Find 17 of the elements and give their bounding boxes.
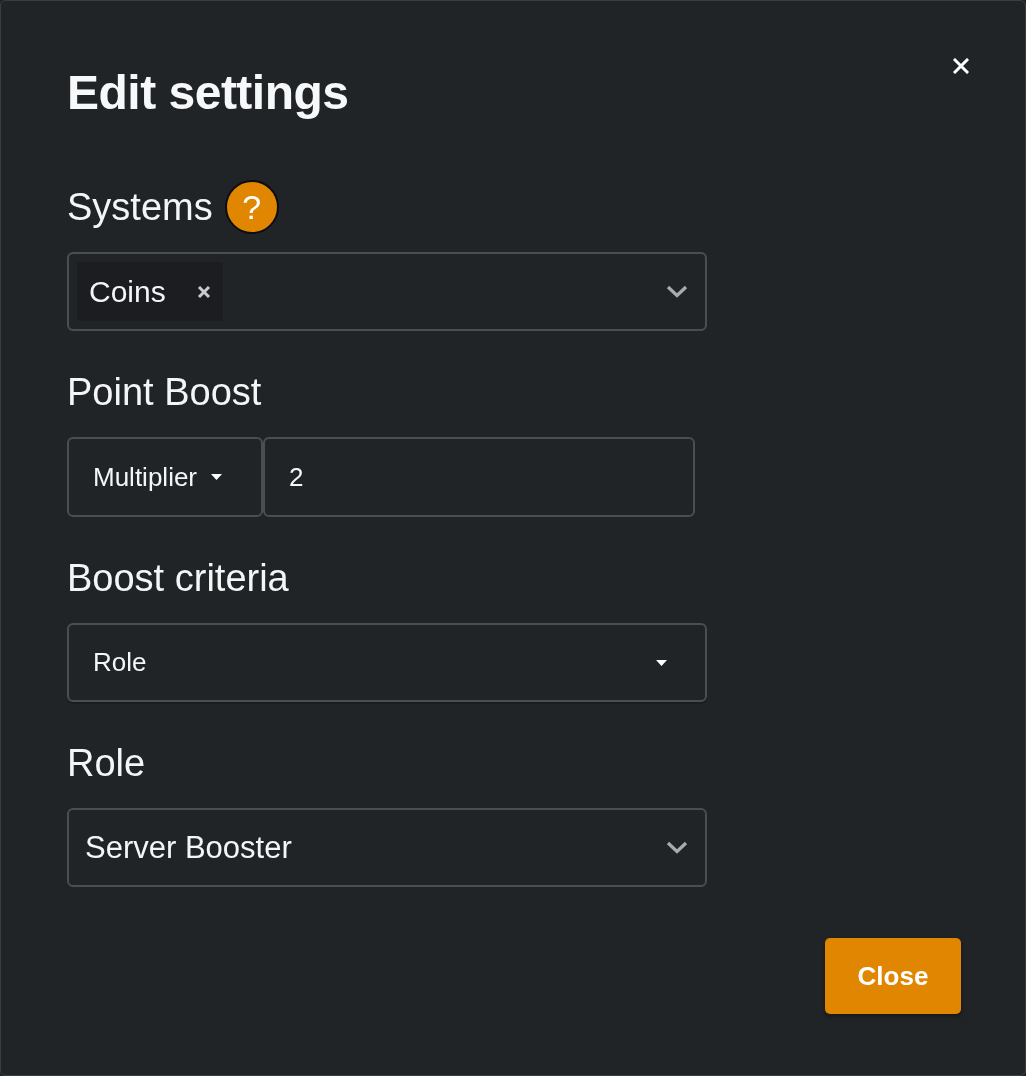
chevron-down-icon: [666, 841, 688, 854]
select-field[interactable]: Role: [67, 623, 707, 702]
remove-icon[interactable]: [197, 284, 211, 299]
value-input[interactable]: 2: [263, 437, 695, 517]
multi-select-field[interactable]: Coins: [67, 252, 707, 331]
dialog-title: Edit settings: [67, 65, 349, 121]
field-label: Point Boost: [67, 370, 262, 414]
select-field[interactable]: Server Booster: [67, 808, 707, 887]
field-label: Boost criteria: [67, 556, 289, 600]
caret-icon: [211, 474, 223, 480]
tag-label: Coins: [89, 274, 166, 309]
chevron-down-icon[interactable]: [666, 285, 688, 298]
field-label: Systems: [67, 185, 213, 229]
caret-icon: [656, 659, 667, 666]
dropdown-button[interactable]: Multiplier: [67, 437, 263, 517]
close-icon: [953, 58, 969, 74]
field-label: Role: [67, 741, 146, 785]
